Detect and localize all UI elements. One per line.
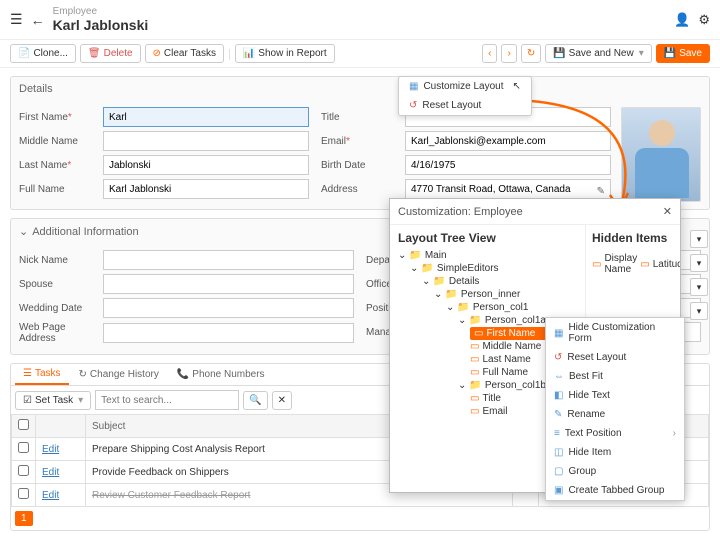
ctx-hide-text[interactable]: ◧Hide Text bbox=[546, 386, 684, 405]
hidden-item[interactable]: ▭Display Name bbox=[592, 251, 637, 277]
field-input[interactable] bbox=[405, 179, 611, 199]
ctx-hide-form[interactable]: ▦Hide Customization Form bbox=[546, 318, 684, 348]
side-dropdown-3[interactable]: ▾ bbox=[690, 278, 708, 296]
field-label: Last Name bbox=[19, 160, 99, 171]
page-title: Karl Jablonski bbox=[53, 17, 149, 33]
clear-search-button[interactable]: ✕ bbox=[272, 391, 292, 410]
field-input[interactable] bbox=[103, 131, 309, 151]
field-input[interactable] bbox=[103, 298, 354, 318]
set-task-button[interactable]: ☑Set Task▾ bbox=[15, 391, 91, 410]
side-dropdown-2[interactable]: ▾ bbox=[690, 254, 708, 272]
ctx-tabbed-group[interactable]: ▣Create Tabbed Group bbox=[546, 481, 684, 500]
side-dropdown-1[interactable]: ▾ bbox=[690, 230, 708, 248]
field-input[interactable] bbox=[103, 323, 354, 343]
ctx-text-position[interactable]: ≡Text Position› bbox=[546, 424, 684, 443]
field-label: Middle Name bbox=[19, 136, 99, 147]
user-icon[interactable]: 👤 bbox=[674, 12, 690, 28]
field-label: Address bbox=[321, 184, 401, 195]
layout-menu: ▦Customize Layout↖ ↺Reset Layout bbox=[398, 76, 532, 116]
field-label: Birth Date bbox=[321, 160, 401, 171]
breadcrumb: Employee Karl Jablonski bbox=[53, 6, 149, 33]
field-label: First Name bbox=[19, 112, 99, 123]
avatar[interactable] bbox=[621, 107, 701, 202]
ctx-best-fit[interactable]: ⇔Best Fit bbox=[546, 367, 684, 386]
gear-icon[interactable]: ⚙ bbox=[698, 12, 710, 28]
edit-link[interactable]: Edit bbox=[42, 444, 59, 455]
hamburger-icon[interactable]: ☰ bbox=[10, 11, 23, 28]
field-input[interactable] bbox=[103, 155, 309, 175]
field-label: Spouse bbox=[19, 279, 99, 290]
prev-button[interactable]: ‹ bbox=[482, 44, 497, 63]
back-icon[interactable]: ← bbox=[31, 12, 45, 28]
field-label: Web Page Address bbox=[19, 322, 99, 344]
save-and-new-button[interactable]: 💾Save and New▾ bbox=[545, 44, 652, 63]
chevron-down-icon[interactable]: ⌄ bbox=[19, 225, 28, 238]
select-all-checkbox[interactable] bbox=[18, 419, 29, 430]
field-label: Email bbox=[321, 136, 401, 147]
field-input[interactable] bbox=[405, 131, 611, 151]
field-label: Title bbox=[321, 112, 401, 123]
customize-layout-item[interactable]: ▦Customize Layout↖ bbox=[399, 77, 531, 96]
context-menu: ▦Hide Customization Form ↺Reset Layout ⇔… bbox=[545, 317, 685, 501]
field-input[interactable] bbox=[103, 274, 354, 294]
field-label: Wedding Date bbox=[19, 303, 99, 314]
search-button[interactable]: 🔍 bbox=[243, 391, 267, 410]
tab-change-history[interactable]: ↻Change History bbox=[71, 364, 167, 385]
row-checkbox[interactable] bbox=[18, 442, 29, 453]
clear-tasks-button[interactable]: ⊘Clear Tasks bbox=[145, 44, 224, 63]
save-button[interactable]: 💾Save bbox=[656, 44, 710, 63]
field-input[interactable] bbox=[103, 179, 309, 199]
search-input[interactable] bbox=[95, 390, 239, 410]
show-in-report-button[interactable]: 📊Show in Report bbox=[235, 44, 335, 63]
page-1[interactable]: 1 bbox=[15, 511, 33, 526]
field-input[interactable] bbox=[103, 107, 309, 127]
ctx-group[interactable]: ▢Group bbox=[546, 462, 684, 481]
ctx-rename[interactable]: ✎Rename bbox=[546, 405, 684, 424]
row-checkbox[interactable] bbox=[18, 465, 29, 476]
clone-button[interactable]: 📄Clone... bbox=[10, 44, 76, 63]
delete-button[interactable]: 🗑Delete bbox=[80, 44, 141, 63]
reset-layout-item[interactable]: ↺Reset Layout bbox=[399, 96, 531, 115]
ctx-reset-layout[interactable]: ↺Reset Layout bbox=[546, 348, 684, 367]
tab-tasks[interactable]: ☰Tasks bbox=[15, 364, 69, 385]
field-label: Nick Name bbox=[19, 255, 99, 266]
field-label: Full Name bbox=[19, 184, 99, 195]
details-panel: Details First NameMiddle NameLast NameFu… bbox=[10, 76, 710, 210]
row-checkbox[interactable] bbox=[18, 488, 29, 499]
hidden-item[interactable]: ▭Latitude bbox=[640, 257, 680, 272]
tab-phone-numbers[interactable]: 📞Phone Numbers bbox=[169, 364, 273, 385]
refresh-button[interactable]: ↻ bbox=[521, 44, 541, 63]
edit-link[interactable]: Edit bbox=[42, 490, 59, 501]
edit-icon[interactable]: ✎ bbox=[597, 186, 605, 197]
side-dropdown-4[interactable]: ▾ bbox=[690, 302, 708, 320]
field-input[interactable] bbox=[405, 155, 611, 175]
field-input[interactable] bbox=[103, 250, 354, 270]
close-icon[interactable]: ✕ bbox=[663, 205, 672, 218]
next-button[interactable]: › bbox=[501, 44, 516, 63]
ctx-hide-item[interactable]: ◫Hide Item bbox=[546, 443, 684, 462]
edit-link[interactable]: Edit bbox=[42, 467, 59, 478]
